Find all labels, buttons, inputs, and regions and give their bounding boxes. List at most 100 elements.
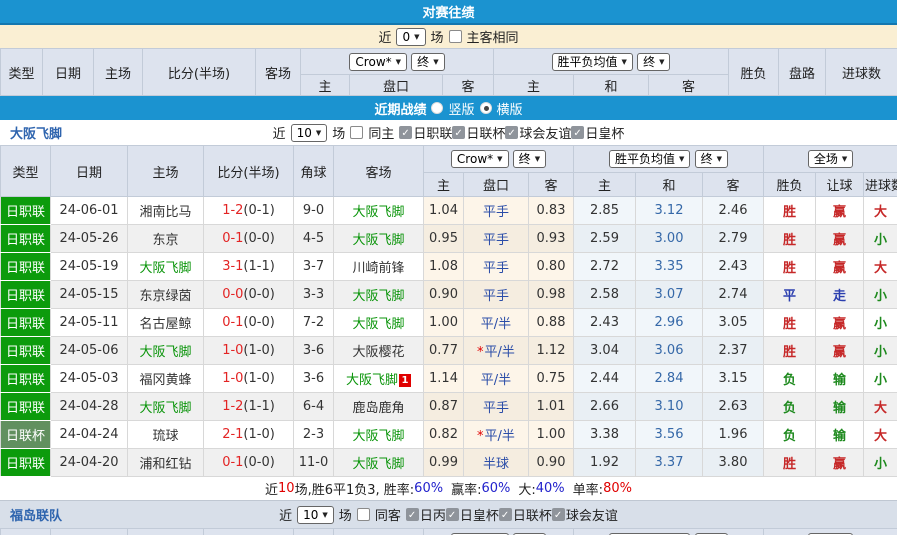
result-cell: 胜 bbox=[764, 337, 816, 365]
home-team-link[interactable]: 湘南比马 bbox=[139, 205, 191, 220]
col-away bbox=[334, 529, 424, 535]
home-team-link[interactable]: 福冈黄蜂 bbox=[139, 373, 191, 388]
scope-select[interactable]: 全场▼ bbox=[808, 150, 853, 168]
away-team-link[interactable]: 川崎前锋 bbox=[352, 261, 404, 276]
handicap-cell: 平手 bbox=[464, 253, 529, 281]
away-team-link[interactable]: 大阪飞脚 bbox=[346, 373, 398, 388]
euro-away-cell: 2.79 bbox=[703, 225, 764, 253]
away-team-link[interactable]: 大阪飞脚 bbox=[352, 233, 404, 248]
odds-final-select[interactable]: 终▼ bbox=[513, 150, 546, 168]
home-team-link[interactable]: 东京 bbox=[152, 233, 178, 248]
result-cell: 胜 bbox=[764, 253, 816, 281]
league-filter[interactable]: ✓日丙 bbox=[406, 505, 446, 524]
league-filter-label: 日联杯 bbox=[466, 123, 505, 142]
match-row: 日职联 24-05-15 东京绿茵 0-0(0-0) 3-3 大阪飞脚 0.90… bbox=[1, 281, 897, 309]
page: 对赛往绩 近 0▼ 场 主客相同 类型 日期 主场 比分(半场) 客场 Crow… bbox=[0, 0, 897, 535]
col-score: 比分(半场) bbox=[204, 146, 294, 197]
games-label: 场 bbox=[339, 505, 352, 524]
away-team-link[interactable]: 鹿岛鹿角 bbox=[352, 401, 404, 416]
checkbox-checked-icon[interactable]: ✓ bbox=[571, 126, 584, 139]
home-team-link[interactable]: 大阪飞脚 bbox=[139, 401, 191, 416]
col-home: 主场 bbox=[128, 146, 204, 197]
checkbox-checked-icon[interactable]: ✓ bbox=[499, 508, 512, 521]
home-team-link[interactable]: 大阪飞脚 bbox=[139, 261, 191, 276]
vertical-layout-label[interactable]: 竖版 bbox=[448, 99, 474, 118]
home-team-cell: 东京 bbox=[128, 225, 204, 253]
home-team-cell: 湘南比马 bbox=[128, 197, 204, 225]
handicap-result-cell: 输 bbox=[816, 365, 864, 393]
away-team-link[interactable]: 大阪飞脚 bbox=[352, 289, 404, 304]
checkbox-checked-icon[interactable]: ✓ bbox=[399, 126, 412, 139]
col-euro-home: 主 bbox=[574, 173, 636, 197]
league-filter[interactable]: ✓日联杯 bbox=[499, 505, 552, 524]
home-team-link[interactable]: 名古屋鲸 bbox=[139, 317, 191, 332]
match-row: 日职联 24-05-03 福冈黄蜂 1-0(1-0) 3-6 大阪飞脚1 1.1… bbox=[1, 365, 897, 393]
match-row: 日职联 24-04-20 浦和红钻 0-1(0-0) 11-0 大阪飞脚 0.9… bbox=[1, 449, 897, 477]
home-team-link[interactable]: 大阪飞脚 bbox=[139, 345, 191, 360]
euro-away-cell: 2.37 bbox=[703, 337, 764, 365]
checkbox-checked-icon[interactable]: ✓ bbox=[505, 126, 518, 139]
same-home-away-checkbox[interactable] bbox=[449, 30, 462, 43]
league-filter[interactable]: ✓球会友谊 bbox=[505, 123, 571, 142]
team1-same-home-checkbox[interactable] bbox=[350, 126, 363, 139]
home-team-link[interactable]: 琉球 bbox=[152, 429, 178, 444]
euro-avg-select[interactable]: 胜平负均值▼ bbox=[609, 150, 690, 168]
col-goals: 进球数 bbox=[826, 49, 897, 96]
horizontal-layout-radio[interactable] bbox=[480, 102, 492, 114]
league-filter[interactable]: ✓球会友谊 bbox=[552, 505, 618, 524]
league-filter[interactable]: ✓日皇杯 bbox=[446, 505, 499, 524]
col-score: 比分(半场) bbox=[143, 49, 256, 96]
horizontal-layout-label[interactable]: 横版 bbox=[497, 99, 523, 118]
league-filter-label: 日丙 bbox=[420, 505, 446, 524]
odds-final-select[interactable]: 终▼ bbox=[411, 53, 444, 71]
team2-link[interactable]: 福岛联队 bbox=[10, 505, 62, 524]
league-filter[interactable]: ✓日联杯 bbox=[452, 123, 505, 142]
result-cell: 胜 bbox=[764, 197, 816, 225]
match-type-cell: 日职联 bbox=[1, 225, 51, 253]
match-date-cell: 24-04-28 bbox=[51, 393, 128, 421]
euro-final-select[interactable]: 终▼ bbox=[637, 53, 670, 71]
odds-home-cell: 1.04 bbox=[424, 197, 464, 225]
match-date-cell: 24-05-03 bbox=[51, 365, 128, 393]
euro-draw-cell: 2.96 bbox=[636, 309, 703, 337]
result-cell: 胜 bbox=[764, 225, 816, 253]
euro-avg-select[interactable]: 胜平负均值▼ bbox=[552, 53, 633, 71]
checkbox-checked-icon[interactable]: ✓ bbox=[446, 508, 459, 521]
euro-draw-cell: 2.84 bbox=[636, 365, 703, 393]
match-row: 日职联 24-05-19 大阪飞脚 3-1(1-1) 3-7 川崎前锋 1.08… bbox=[1, 253, 897, 281]
team1-count-select[interactable]: 10▼ bbox=[291, 124, 328, 142]
col-goals: 进球数 bbox=[864, 173, 897, 197]
checkbox-checked-icon[interactable]: ✓ bbox=[406, 508, 419, 521]
team1-league-filters: ✓日职联✓日联杯✓球会友谊✓日皇杯 bbox=[399, 123, 624, 143]
home-team-cell: 名古屋鲸 bbox=[128, 309, 204, 337]
h2h-count-select[interactable]: 0▼ bbox=[396, 28, 425, 46]
away-team-link[interactable]: 大阪樱花 bbox=[352, 345, 404, 360]
vertical-layout-radio[interactable] bbox=[431, 102, 443, 114]
away-team-link[interactable]: 大阪飞脚 bbox=[352, 429, 404, 444]
home-team-link[interactable]: 东京绿茵 bbox=[139, 289, 191, 304]
team1-link[interactable]: 大阪飞脚 bbox=[10, 123, 62, 142]
away-team-cell: 大阪飞脚 bbox=[334, 449, 424, 477]
match-type-cell: 日职联 bbox=[1, 365, 51, 393]
away-team-link[interactable]: 大阪飞脚 bbox=[352, 205, 404, 220]
home-team-link[interactable]: 浦和红钻 bbox=[139, 457, 191, 472]
league-filter[interactable]: ✓日职联 bbox=[399, 123, 452, 142]
odds-company-select[interactable]: Crow*▼ bbox=[349, 53, 407, 71]
away-team-link[interactable]: 大阪飞脚 bbox=[352, 317, 404, 332]
result-cell: 负 bbox=[764, 421, 816, 449]
odds-company-select[interactable]: Crow*▼ bbox=[451, 150, 509, 168]
result-cell: 平 bbox=[764, 281, 816, 309]
team2-same-away-checkbox[interactable] bbox=[357, 508, 370, 521]
match-type-cell: 日职联 bbox=[1, 449, 51, 477]
odds-away-cell: 1.01 bbox=[529, 393, 574, 421]
odds-home-cell: 1.14 bbox=[424, 365, 464, 393]
handicap-cell: *平/半 bbox=[464, 337, 529, 365]
league-filter[interactable]: ✓日皇杯 bbox=[571, 123, 624, 142]
away-team-link[interactable]: 大阪飞脚 bbox=[352, 457, 404, 472]
checkbox-checked-icon[interactable]: ✓ bbox=[552, 508, 565, 521]
handicap-cell: 平手 bbox=[464, 225, 529, 253]
team2-count-select[interactable]: 10▼ bbox=[297, 506, 334, 524]
checkbox-checked-icon[interactable]: ✓ bbox=[452, 126, 465, 139]
euro-final-select[interactable]: 终▼ bbox=[695, 150, 728, 168]
col-euro-home: 主 bbox=[494, 75, 574, 96]
